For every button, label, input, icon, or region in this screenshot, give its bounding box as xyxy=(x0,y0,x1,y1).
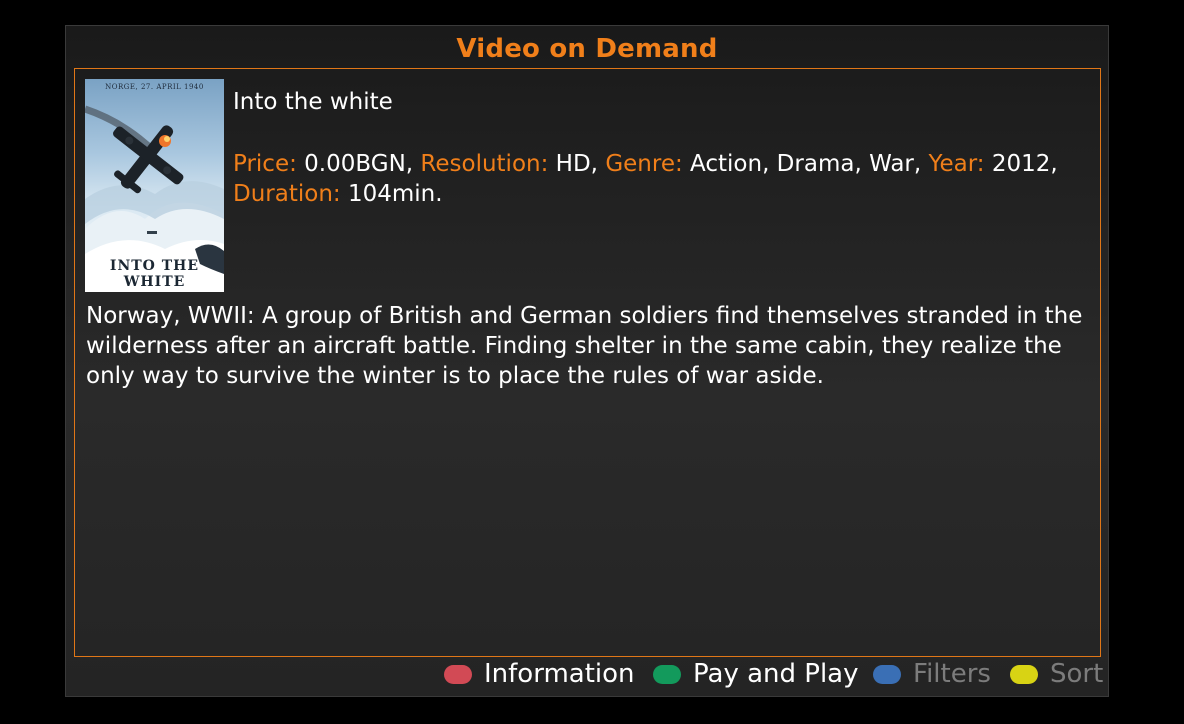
movie-details-panel: NORGE, 27. APRIL 1940 INTO THE WHITE Int… xyxy=(74,68,1101,657)
green-button-icon xyxy=(653,664,681,684)
year-label: Year: xyxy=(928,151,985,177)
resolution-label: Resolution: xyxy=(420,151,549,177)
genre-value: Action, Drama, War, xyxy=(690,151,922,177)
information-button[interactable]: Information xyxy=(444,657,635,691)
genre-label: Genre: xyxy=(605,151,683,177)
year-value: 2012, xyxy=(991,151,1058,177)
information-label: Information xyxy=(484,659,635,689)
footer-button-bar: Information Pay and Play Filters Sort xyxy=(66,657,1110,697)
resolution-value: HD, xyxy=(555,151,598,177)
poster-top-text: NORGE, 27. APRIL 1940 xyxy=(105,83,204,91)
page-title: Video on Demand xyxy=(456,34,718,64)
movie-poster: NORGE, 27. APRIL 1940 INTO THE WHITE xyxy=(85,79,224,292)
sort-button[interactable]: Sort xyxy=(1010,657,1103,691)
price-value: 0.00BGN, xyxy=(304,151,414,177)
movie-meta: Price: 0.00BGN, Resolution: HD, Genre: A… xyxy=(233,149,1083,209)
sort-label: Sort xyxy=(1050,659,1104,689)
duration-label: Duration: xyxy=(233,181,341,207)
filters-button[interactable]: Filters xyxy=(873,657,991,691)
pay-and-play-button[interactable]: Pay and Play xyxy=(653,657,859,691)
duration-value: 104min. xyxy=(347,181,443,207)
blue-button-icon xyxy=(873,664,901,684)
filters-label: Filters xyxy=(913,659,991,689)
movie-title: Into the white xyxy=(233,89,393,115)
yellow-button-icon xyxy=(1010,664,1038,684)
vod-screen: Video on Demand NORGE, 27. APRIL 1940 IN… xyxy=(65,25,1109,697)
poster-title-text: INTO THE WHITE xyxy=(109,258,200,290)
red-button-icon xyxy=(444,664,472,684)
pay-and-play-label: Pay and Play xyxy=(693,659,859,689)
price-label: Price: xyxy=(233,151,297,177)
movie-description: Norway, WWII: A group of British and Ger… xyxy=(86,303,1083,389)
